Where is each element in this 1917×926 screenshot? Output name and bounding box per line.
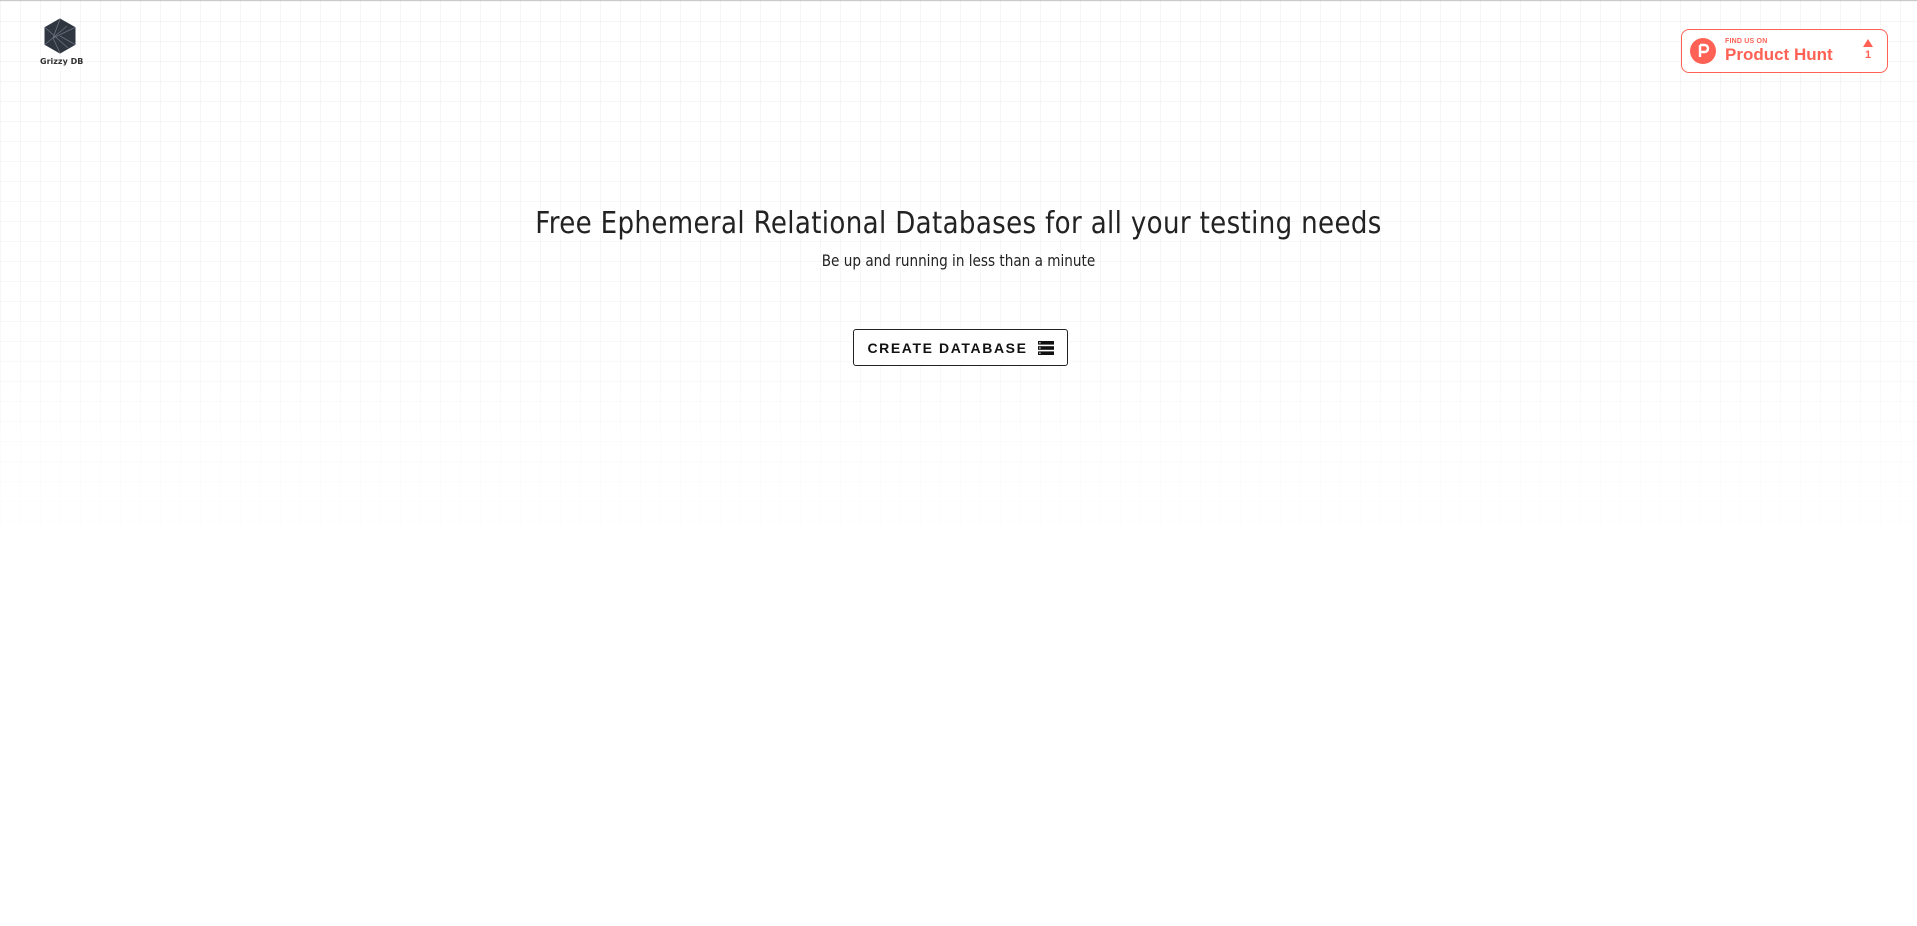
product-hunt-votes: 1 bbox=[1860, 36, 1876, 61]
create-database-label: CREATE DATABASE bbox=[867, 339, 1028, 356]
database-rows-icon bbox=[1037, 340, 1054, 355]
create-database-button[interactable]: CREATE DATABASE bbox=[853, 329, 1068, 366]
vote-count: 1 bbox=[1864, 49, 1872, 61]
hexagon-logo-icon bbox=[44, 18, 76, 54]
page-title: Free Ephemeral Relational Databases for … bbox=[535, 206, 1382, 241]
logo-text: Grizzy DB bbox=[40, 57, 84, 66]
grid-background bbox=[0, 1, 1917, 581]
product-hunt-label: Product Hunt bbox=[1725, 45, 1833, 64]
page-subtitle: Be up and running in less than a minute bbox=[821, 251, 1096, 270]
product-hunt-small-label: FIND US ON bbox=[1725, 38, 1768, 45]
product-hunt-badge[interactable]: FIND US ON Product Hunt 1 bbox=[1681, 29, 1888, 73]
product-hunt-p-icon bbox=[1690, 38, 1716, 64]
site-logo[interactable]: Grizzy DB bbox=[40, 18, 84, 66]
triangle-up-icon bbox=[1863, 39, 1873, 47]
hero-section: Free Ephemeral Relational Databases for … bbox=[0, 200, 1917, 273]
